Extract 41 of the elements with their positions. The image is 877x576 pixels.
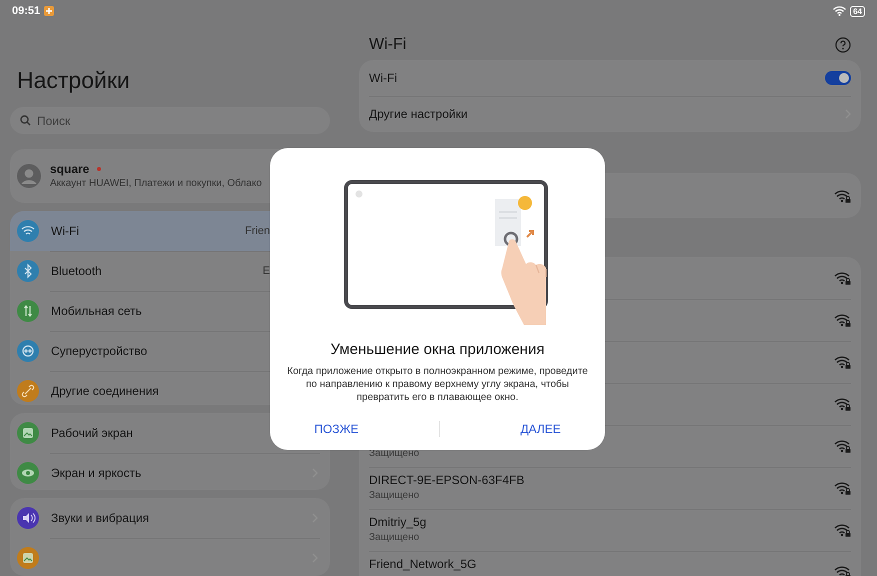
network-row[interactable]: Dmitriy_5g Защищено — [359, 509, 861, 551]
network-name: Dmitriy_5g — [369, 515, 426, 529]
dialog-button[interactable]: ДАЛЕЕ — [512, 418, 569, 440]
dialog-button[interactable]: ПОЗЖЕ — [306, 418, 367, 440]
wifi-toggle-label: Wi-Fi — [369, 71, 397, 85]
setting-label: Bluetooth — [51, 264, 102, 278]
setting-label: Wi-Fi — [51, 224, 79, 238]
wifi-toggle[interactable] — [825, 71, 851, 85]
setting-label: Суперустройство — [51, 344, 148, 358]
account-subtitle: Аккаунт HUAWEI, Платежи и покупки, Облако — [50, 178, 262, 190]
battery-level: 64 — [850, 6, 865, 16]
dialog-message: Когда приложение открыто в полноэкранном режиме, проведите по направлению к правому верхнему углу экрана, чтобы превратить его в плавающее окно. — [286, 365, 589, 404]
network-status: Защищено — [369, 532, 420, 543]
network-row[interactable]: DIRECT-9E-EPSON-63F4FB Защищено — [359, 467, 861, 509]
avatar-icon — [17, 164, 41, 188]
sidebar-item[interactable]: Bluetooth E — [10, 250, 330, 291]
network-row[interactable]: Friend_Network_5G — [359, 551, 861, 576]
setting-label: Звуки и вибрация — [51, 511, 150, 526]
setting-value: E — [262, 264, 270, 277]
network-name: Friend_Network_5G — [369, 557, 476, 571]
setting-label: Другие соединения — [51, 384, 159, 398]
sidebar-item[interactable]: Экран и яркость — [10, 452, 330, 490]
account-name: square — [50, 162, 90, 176]
search-icon — [20, 115, 31, 126]
setting-label: Рабочий экран — [51, 426, 133, 440]
wifi-page-title: Wi-Fi — [369, 36, 406, 54]
wifi-signal-icon — [833, 6, 846, 16]
setting-value: Frien — [244, 224, 270, 237]
setting-label: Экран и яркость — [51, 466, 142, 480]
more-settings-label: Другие настройки — [369, 107, 468, 121]
network-status: Защищено — [369, 448, 420, 459]
status-time: 09:51 — [12, 5, 40, 17]
settings-title: Настройки — [17, 66, 131, 95]
setting-label: Мобильная сеть — [51, 304, 142, 318]
app-notification-icon — [44, 6, 54, 16]
sidebar-item[interactable]: Мобильная сеть — [10, 290, 330, 331]
dialog-title: Уменьшение окна приложения — [330, 341, 544, 358]
help-icon[interactable] — [835, 37, 851, 53]
network-name: DIRECT-9E-EPSON-63F4FB — [369, 473, 524, 487]
network-status: Защищено — [369, 490, 420, 501]
more-settings-row[interactable]: Другие настройки — [359, 96, 861, 132]
